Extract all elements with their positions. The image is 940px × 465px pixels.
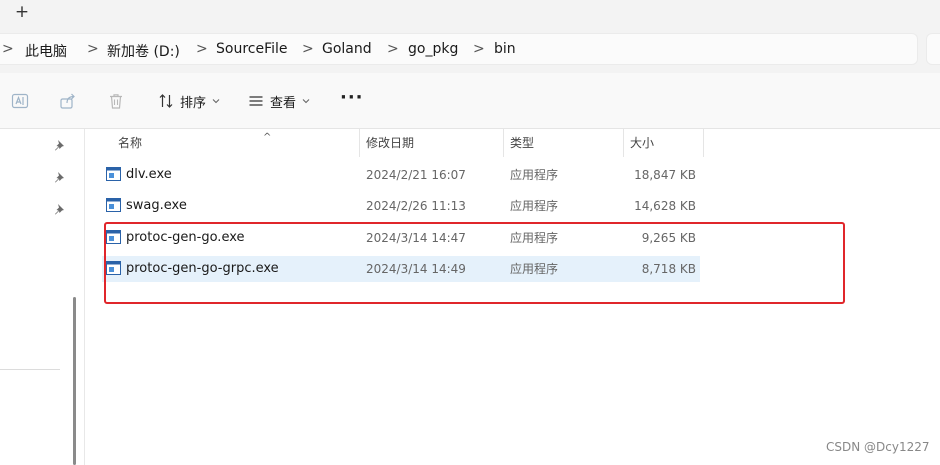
nav-scrollbar[interactable] — [73, 297, 76, 465]
column-divider[interactable] — [503, 129, 504, 157]
breadcrumb-separator[interactable]: > — [387, 41, 399, 57]
more-options-button[interactable]: ··· — [340, 87, 364, 108]
breadcrumb-go-pkg[interactable]: go_pkg — [408, 41, 458, 57]
file-row[interactable]: dlv.exe 2024/2/21 16:07 应用程序 18,847 KB — [102, 162, 700, 188]
breadcrumb-separator[interactable]: > — [87, 41, 99, 57]
column-size-label: 大小 — [630, 136, 655, 150]
pin-icon[interactable] — [53, 203, 65, 215]
breadcrumb-bin[interactable]: bin — [494, 41, 516, 57]
delete-icon[interactable] — [106, 91, 126, 111]
executable-icon — [106, 167, 121, 181]
column-name-label: 名称 — [118, 136, 143, 150]
command-bar: 排序 查看 ··· — [0, 73, 940, 129]
rename-icon[interactable] — [10, 91, 30, 111]
breadcrumb-separator[interactable]: > — [473, 41, 485, 57]
file-name: dlv.exe — [126, 167, 172, 182]
file-name: swag.exe — [126, 198, 187, 213]
breadcrumb-this-pc[interactable]: 此电脑 — [25, 41, 67, 61]
file-date: 2024/2/21 16:07 — [366, 168, 466, 182]
sort-ascending-icon: ^ — [263, 132, 272, 143]
breadcrumb-separator[interactable]: > — [196, 41, 208, 57]
column-header-name[interactable]: 名称 ^ — [118, 129, 358, 157]
breadcrumb-goland[interactable]: Goland — [322, 41, 372, 57]
sort-button[interactable]: 排序 — [158, 89, 220, 113]
column-type-label: 类型 — [510, 136, 535, 150]
breadcrumb[interactable]: > 此电脑 > 新加卷 (D:) > SourceFile > Goland >… — [0, 33, 918, 65]
highlight-annotation-box — [104, 222, 845, 304]
nav-divider — [0, 369, 60, 370]
file-date: 2024/2/26 11:13 — [366, 199, 466, 213]
view-list-icon — [249, 96, 263, 106]
file-type: 应用程序 — [510, 168, 559, 182]
breadcrumb-separator[interactable]: > — [302, 41, 314, 57]
chevron-down-icon — [212, 99, 220, 104]
executable-icon — [106, 198, 121, 212]
navigation-pane — [0, 129, 85, 465]
address-bar: > 此电脑 > 新加卷 (D:) > SourceFile > Goland >… — [0, 27, 940, 73]
view-label: 查看 — [270, 95, 297, 111]
chevron-down-icon — [302, 99, 310, 104]
watermark: CSDN @Dcy1227 — [826, 440, 930, 454]
breadcrumb-separator[interactable]: > — [2, 41, 14, 57]
column-header-type[interactable]: 类型 — [510, 129, 620, 157]
file-type: 应用程序 — [510, 199, 559, 213]
column-divider[interactable] — [703, 129, 704, 157]
column-divider[interactable] — [623, 129, 624, 157]
share-icon[interactable] — [58, 91, 78, 111]
pin-icon[interactable] — [53, 171, 65, 183]
pin-icon[interactable] — [53, 139, 65, 151]
column-date-label: 修改日期 — [366, 136, 415, 150]
file-row[interactable]: swag.exe 2024/2/26 11:13 应用程序 14,628 KB — [102, 193, 700, 219]
search-box[interactable] — [926, 33, 940, 65]
column-header-date[interactable]: 修改日期 — [366, 129, 496, 157]
sort-label: 排序 — [180, 95, 207, 111]
file-size: 18,847 KB — [634, 168, 696, 182]
sort-icon — [159, 94, 173, 108]
new-tab-button[interactable]: + — [10, 0, 34, 24]
view-button[interactable]: 查看 — [248, 89, 310, 113]
breadcrumb-drive-d[interactable]: 新加卷 (D:) — [107, 41, 180, 61]
breadcrumb-sourcefile[interactable]: SourceFile — [216, 41, 288, 57]
column-header-size[interactable]: 大小 — [630, 129, 704, 157]
column-divider[interactable] — [359, 129, 360, 157]
file-size: 14,628 KB — [634, 199, 696, 213]
tab-strip: + — [0, 0, 940, 27]
